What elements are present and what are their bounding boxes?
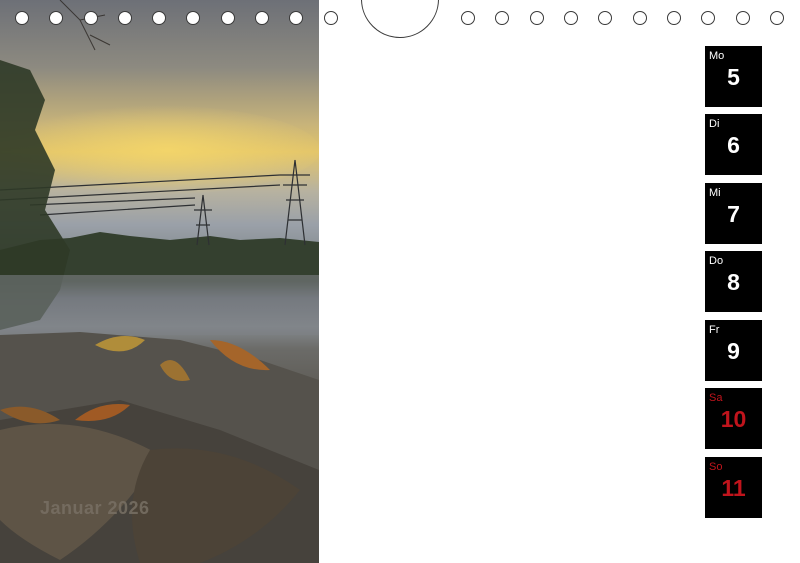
day-box-saturday: Sa 10 bbox=[705, 388, 762, 449]
binding-ring bbox=[736, 11, 750, 25]
binding-ring bbox=[701, 11, 715, 25]
binding-ring bbox=[564, 11, 578, 25]
day-box-monday: Mo 5 bbox=[705, 46, 762, 107]
binding-ring bbox=[186, 11, 200, 25]
binding-ring bbox=[118, 11, 132, 25]
day-name: Di bbox=[709, 118, 720, 130]
day-box-sunday: So 11 bbox=[705, 457, 762, 518]
binding-ring bbox=[530, 11, 544, 25]
day-name: Fr bbox=[709, 324, 720, 336]
binding-ring bbox=[633, 11, 647, 25]
calendar-photo: Januar 2026 bbox=[0, 0, 319, 563]
binding-ring bbox=[84, 11, 98, 25]
day-number: 6 bbox=[727, 132, 740, 158]
month-label: Januar 2026 bbox=[40, 498, 150, 518]
binding-ring bbox=[598, 11, 612, 25]
binding-ring bbox=[49, 11, 63, 25]
day-number: 8 bbox=[727, 269, 740, 295]
day-name: Do bbox=[709, 255, 724, 267]
binding-ring bbox=[461, 11, 475, 25]
binding-ring bbox=[770, 11, 784, 25]
binding-ring bbox=[289, 11, 303, 25]
binding-ring bbox=[495, 11, 509, 25]
day-number: 11 bbox=[721, 475, 746, 501]
day-number: 7 bbox=[727, 201, 740, 227]
binding-ring bbox=[667, 11, 681, 25]
binding-ring bbox=[324, 11, 338, 25]
day-number: 10 bbox=[720, 406, 747, 432]
day-name: Mi bbox=[709, 187, 721, 199]
lake-autumn-scene bbox=[0, 0, 319, 563]
binding-ring bbox=[255, 11, 269, 25]
binding-ring bbox=[152, 11, 166, 25]
day-number: 9 bbox=[727, 338, 740, 364]
binding-ring bbox=[221, 11, 235, 25]
day-box-tuesday: Di 6 bbox=[705, 114, 762, 175]
day-name: So bbox=[709, 461, 723, 473]
day-number: 5 bbox=[727, 64, 740, 90]
binding-ring bbox=[15, 11, 29, 25]
day-box-wednesday: Mi 7 bbox=[705, 183, 762, 244]
day-name: Sa bbox=[709, 392, 723, 404]
day-box-thursday: Do 8 bbox=[705, 251, 762, 312]
hanger-cutout bbox=[361, 0, 439, 38]
day-box-friday: Fr 9 bbox=[705, 320, 762, 381]
day-name: Mo bbox=[709, 50, 725, 62]
